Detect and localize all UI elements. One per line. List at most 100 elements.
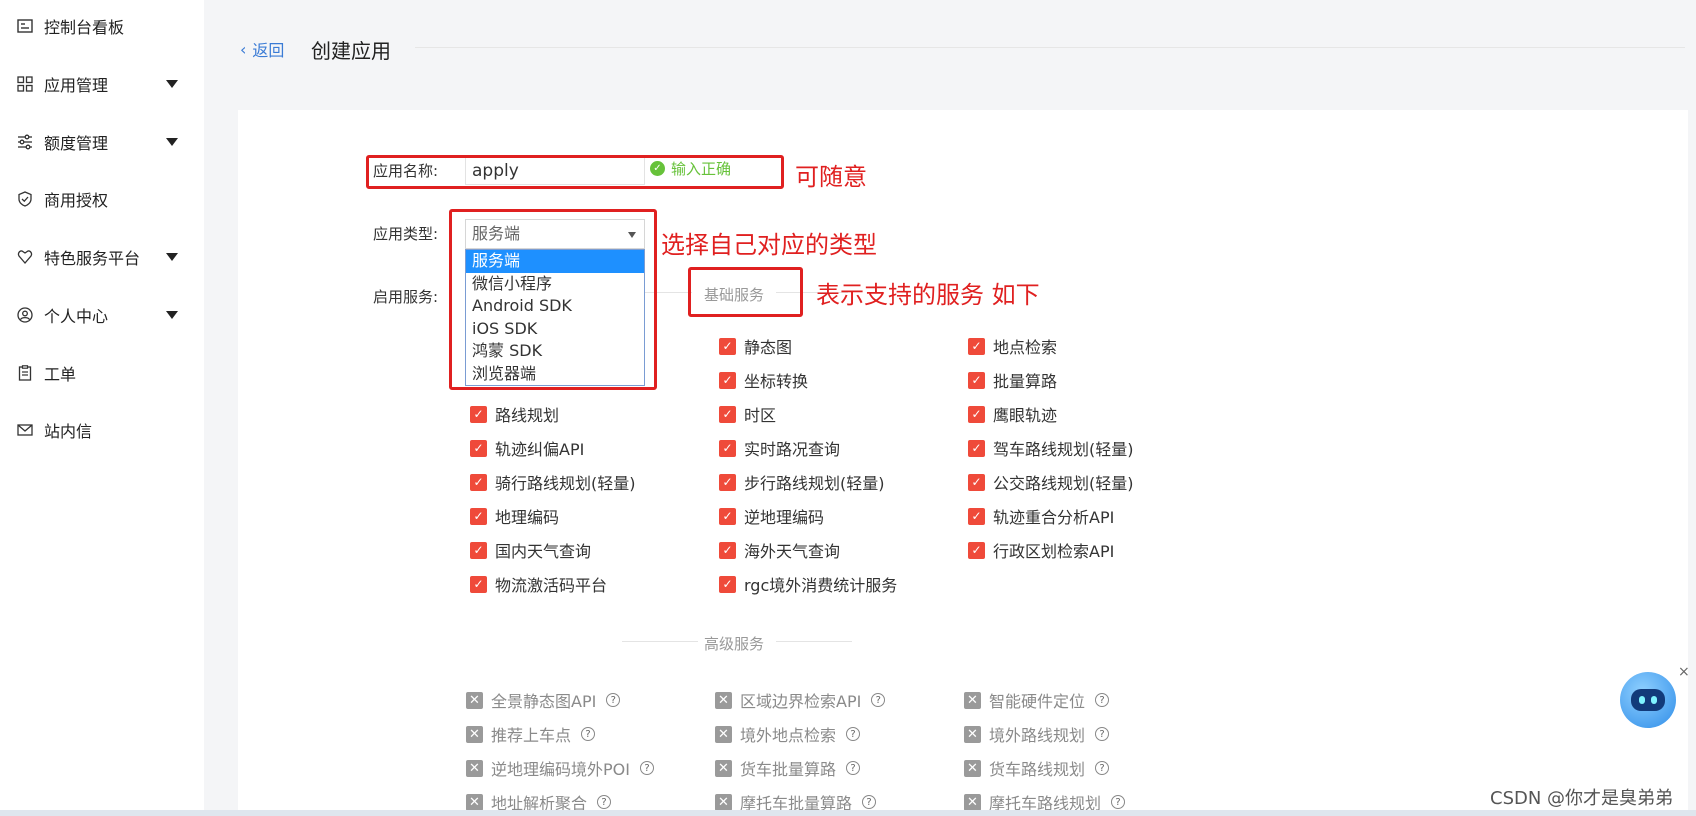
sidebar-item-commercial-license[interactable]: 商用授权: [0, 179, 204, 219]
advanced-service-item[interactable]: ✕ 货车批量算路?: [715, 756, 861, 780]
checkbox-checked-icon[interactable]: ✓: [968, 337, 985, 355]
basic-service-item[interactable]: ✓ 轨迹纠偏API: [470, 436, 584, 460]
back-link[interactable]: ‹ 返回: [240, 37, 284, 61]
title-divider: [415, 47, 1685, 48]
sidebar-item-work-order[interactable]: 工单: [0, 353, 204, 393]
advanced-service-item[interactable]: ✕ 全景静态图API?: [466, 688, 621, 712]
dashboard-icon: [16, 17, 34, 35]
help-icon[interactable]: ?: [1095, 727, 1110, 741]
checkbox-checked-icon[interactable]: ✓: [719, 371, 736, 389]
sidebar-item-quota-management[interactable]: 额度管理: [0, 122, 204, 162]
checkbox-checked-icon[interactable]: ✓: [968, 541, 985, 559]
page-title: 创建应用: [311, 39, 391, 63]
help-icon[interactable]: ?: [1095, 761, 1110, 775]
help-icon[interactable]: ?: [597, 795, 612, 809]
caret-down-icon[interactable]: [166, 138, 178, 146]
help-icon[interactable]: ?: [862, 795, 877, 809]
grid-icon: [16, 75, 34, 93]
caret-down-icon[interactable]: [166, 80, 178, 88]
checkbox-checked-icon[interactable]: ✓: [719, 337, 736, 355]
checkbox-checked-icon[interactable]: ✓: [719, 575, 736, 593]
checkbox-checked-icon[interactable]: ✓: [968, 439, 985, 457]
dropdown-option[interactable]: Android SDK: [466, 295, 644, 318]
advanced-service-item[interactable]: ✕ 智能硬件定位?: [964, 688, 1110, 712]
basic-service-item[interactable]: ✓ 海外天气查询: [719, 538, 840, 562]
dropdown-option[interactable]: 微信小程序: [466, 273, 644, 296]
caret-down-icon[interactable]: [166, 253, 178, 261]
basic-service-item[interactable]: ✓ rgc境外消费统计服务: [719, 572, 897, 596]
checkbox-checked-icon[interactable]: ✓: [719, 507, 736, 525]
checkbox-checked-icon[interactable]: ✓: [719, 541, 736, 559]
help-icon[interactable]: ?: [846, 761, 861, 775]
dropdown-option[interactable]: 服务端: [466, 250, 644, 273]
checkbox-checked-icon[interactable]: ✓: [968, 405, 985, 423]
bottom-scrollbar[interactable]: [0, 810, 1696, 816]
help-icon[interactable]: ?: [581, 727, 596, 741]
service-label: 区域边界检索API: [740, 692, 862, 711]
help-icon[interactable]: ?: [846, 727, 861, 741]
basic-service-item[interactable]: ✓ 国内天气查询: [470, 538, 591, 562]
service-label: 时区: [744, 406, 777, 425]
basic-service-item[interactable]: ✓ 批量算路: [968, 368, 1057, 392]
mail-icon: [16, 421, 34, 439]
checkbox-checked-icon[interactable]: ✓: [470, 507, 487, 525]
basic-service-item[interactable]: ✓ 步行路线规划(轻量): [719, 470, 885, 494]
basic-service-item[interactable]: ✓ 行政区划检索API: [968, 538, 1114, 562]
advanced-service-item[interactable]: ✕ 推荐上车点?: [466, 722, 596, 746]
checkbox-disabled-icon: ✕: [715, 793, 732, 811]
basic-service-item[interactable]: ✓ 物流激活码平台: [470, 572, 607, 596]
basic-service-item[interactable]: ✓ 公交路线规划(轻量): [968, 470, 1134, 494]
service-label: 全景静态图API: [491, 692, 597, 711]
checkbox-checked-icon[interactable]: ✓: [470, 575, 487, 593]
checkbox-checked-icon[interactable]: ✓: [968, 371, 985, 389]
advanced-service-item[interactable]: ✕ 区域边界检索API?: [715, 688, 886, 712]
checkbox-checked-icon[interactable]: ✓: [968, 507, 985, 525]
help-icon[interactable]: ?: [606, 693, 621, 707]
close-icon[interactable]: ×: [1678, 664, 1690, 680]
checkbox-checked-icon[interactable]: ✓: [968, 473, 985, 491]
sidebar-item-dashboard[interactable]: 控制台看板: [0, 6, 204, 46]
caret-down-icon[interactable]: [166, 311, 178, 319]
advanced-service-item[interactable]: ✕ 境外路线规划?: [964, 722, 1110, 746]
checkbox-checked-icon[interactable]: ✓: [719, 405, 736, 423]
help-icon[interactable]: ?: [639, 761, 654, 775]
dropdown-option[interactable]: 鸿蒙 SDK: [466, 340, 644, 363]
sidebar-item-app-management[interactable]: 应用管理: [0, 64, 204, 104]
basic-service-item[interactable]: ✓ 地理编码: [470, 504, 559, 528]
advanced-service-item[interactable]: ✕ 境外地点检索?: [715, 722, 861, 746]
basic-service-item[interactable]: ✓ 轨迹重合分析API: [968, 504, 1114, 528]
heart-shield-icon: [16, 248, 34, 266]
basic-service-item[interactable]: ✓ 静态图: [719, 334, 792, 358]
checkbox-disabled-icon: ✕: [964, 793, 981, 811]
basic-service-item[interactable]: ✓ 鹰眼轨迹: [968, 402, 1057, 426]
app-name-input[interactable]: apply: [465, 157, 645, 185]
advanced-service-item[interactable]: ✕ 逆地理编码境外POI?: [466, 756, 654, 780]
assistant-robot-icon[interactable]: [1620, 672, 1676, 728]
sidebar-item-inbox[interactable]: 站内信: [0, 410, 204, 450]
basic-service-item[interactable]: ✓ 地点检索: [968, 334, 1057, 358]
basic-service-item[interactable]: ✓ 逆地理编码: [719, 504, 824, 528]
checkbox-checked-icon[interactable]: ✓: [470, 541, 487, 559]
dropdown-option[interactable]: iOS SDK: [466, 318, 644, 341]
chevron-left-icon: ‹: [240, 39, 247, 59]
basic-service-item[interactable]: ✓ 坐标转换: [719, 368, 808, 392]
checkbox-checked-icon[interactable]: ✓: [470, 405, 487, 423]
advanced-service-item[interactable]: ✕ 货车路线规划?: [964, 756, 1110, 780]
checkbox-checked-icon[interactable]: ✓: [719, 439, 736, 457]
sidebar-item-personal-center[interactable]: 个人中心: [0, 295, 204, 335]
help-icon[interactable]: ?: [1111, 795, 1126, 809]
basic-service-item[interactable]: ✓ 路线规划: [470, 402, 559, 426]
app-type-select[interactable]: 服务端: [465, 219, 645, 249]
basic-service-item[interactable]: ✓ 骑行路线规划(轻量): [470, 470, 636, 494]
checkbox-disabled-icon: ✕: [466, 725, 483, 743]
checkbox-checked-icon[interactable]: ✓: [470, 439, 487, 457]
help-icon[interactable]: ?: [1095, 693, 1110, 707]
help-icon[interactable]: ?: [871, 693, 886, 707]
checkbox-checked-icon[interactable]: ✓: [470, 473, 487, 491]
checkbox-checked-icon[interactable]: ✓: [719, 473, 736, 491]
basic-service-item[interactable]: ✓ 时区: [719, 402, 776, 426]
sidebar-item-featured-services[interactable]: 特色服务平台: [0, 237, 204, 277]
dropdown-option[interactable]: 浏览器端: [466, 363, 644, 386]
basic-service-item[interactable]: ✓ 驾车路线规划(轻量): [968, 436, 1134, 460]
basic-service-item[interactable]: ✓ 实时路况查询: [719, 436, 840, 460]
